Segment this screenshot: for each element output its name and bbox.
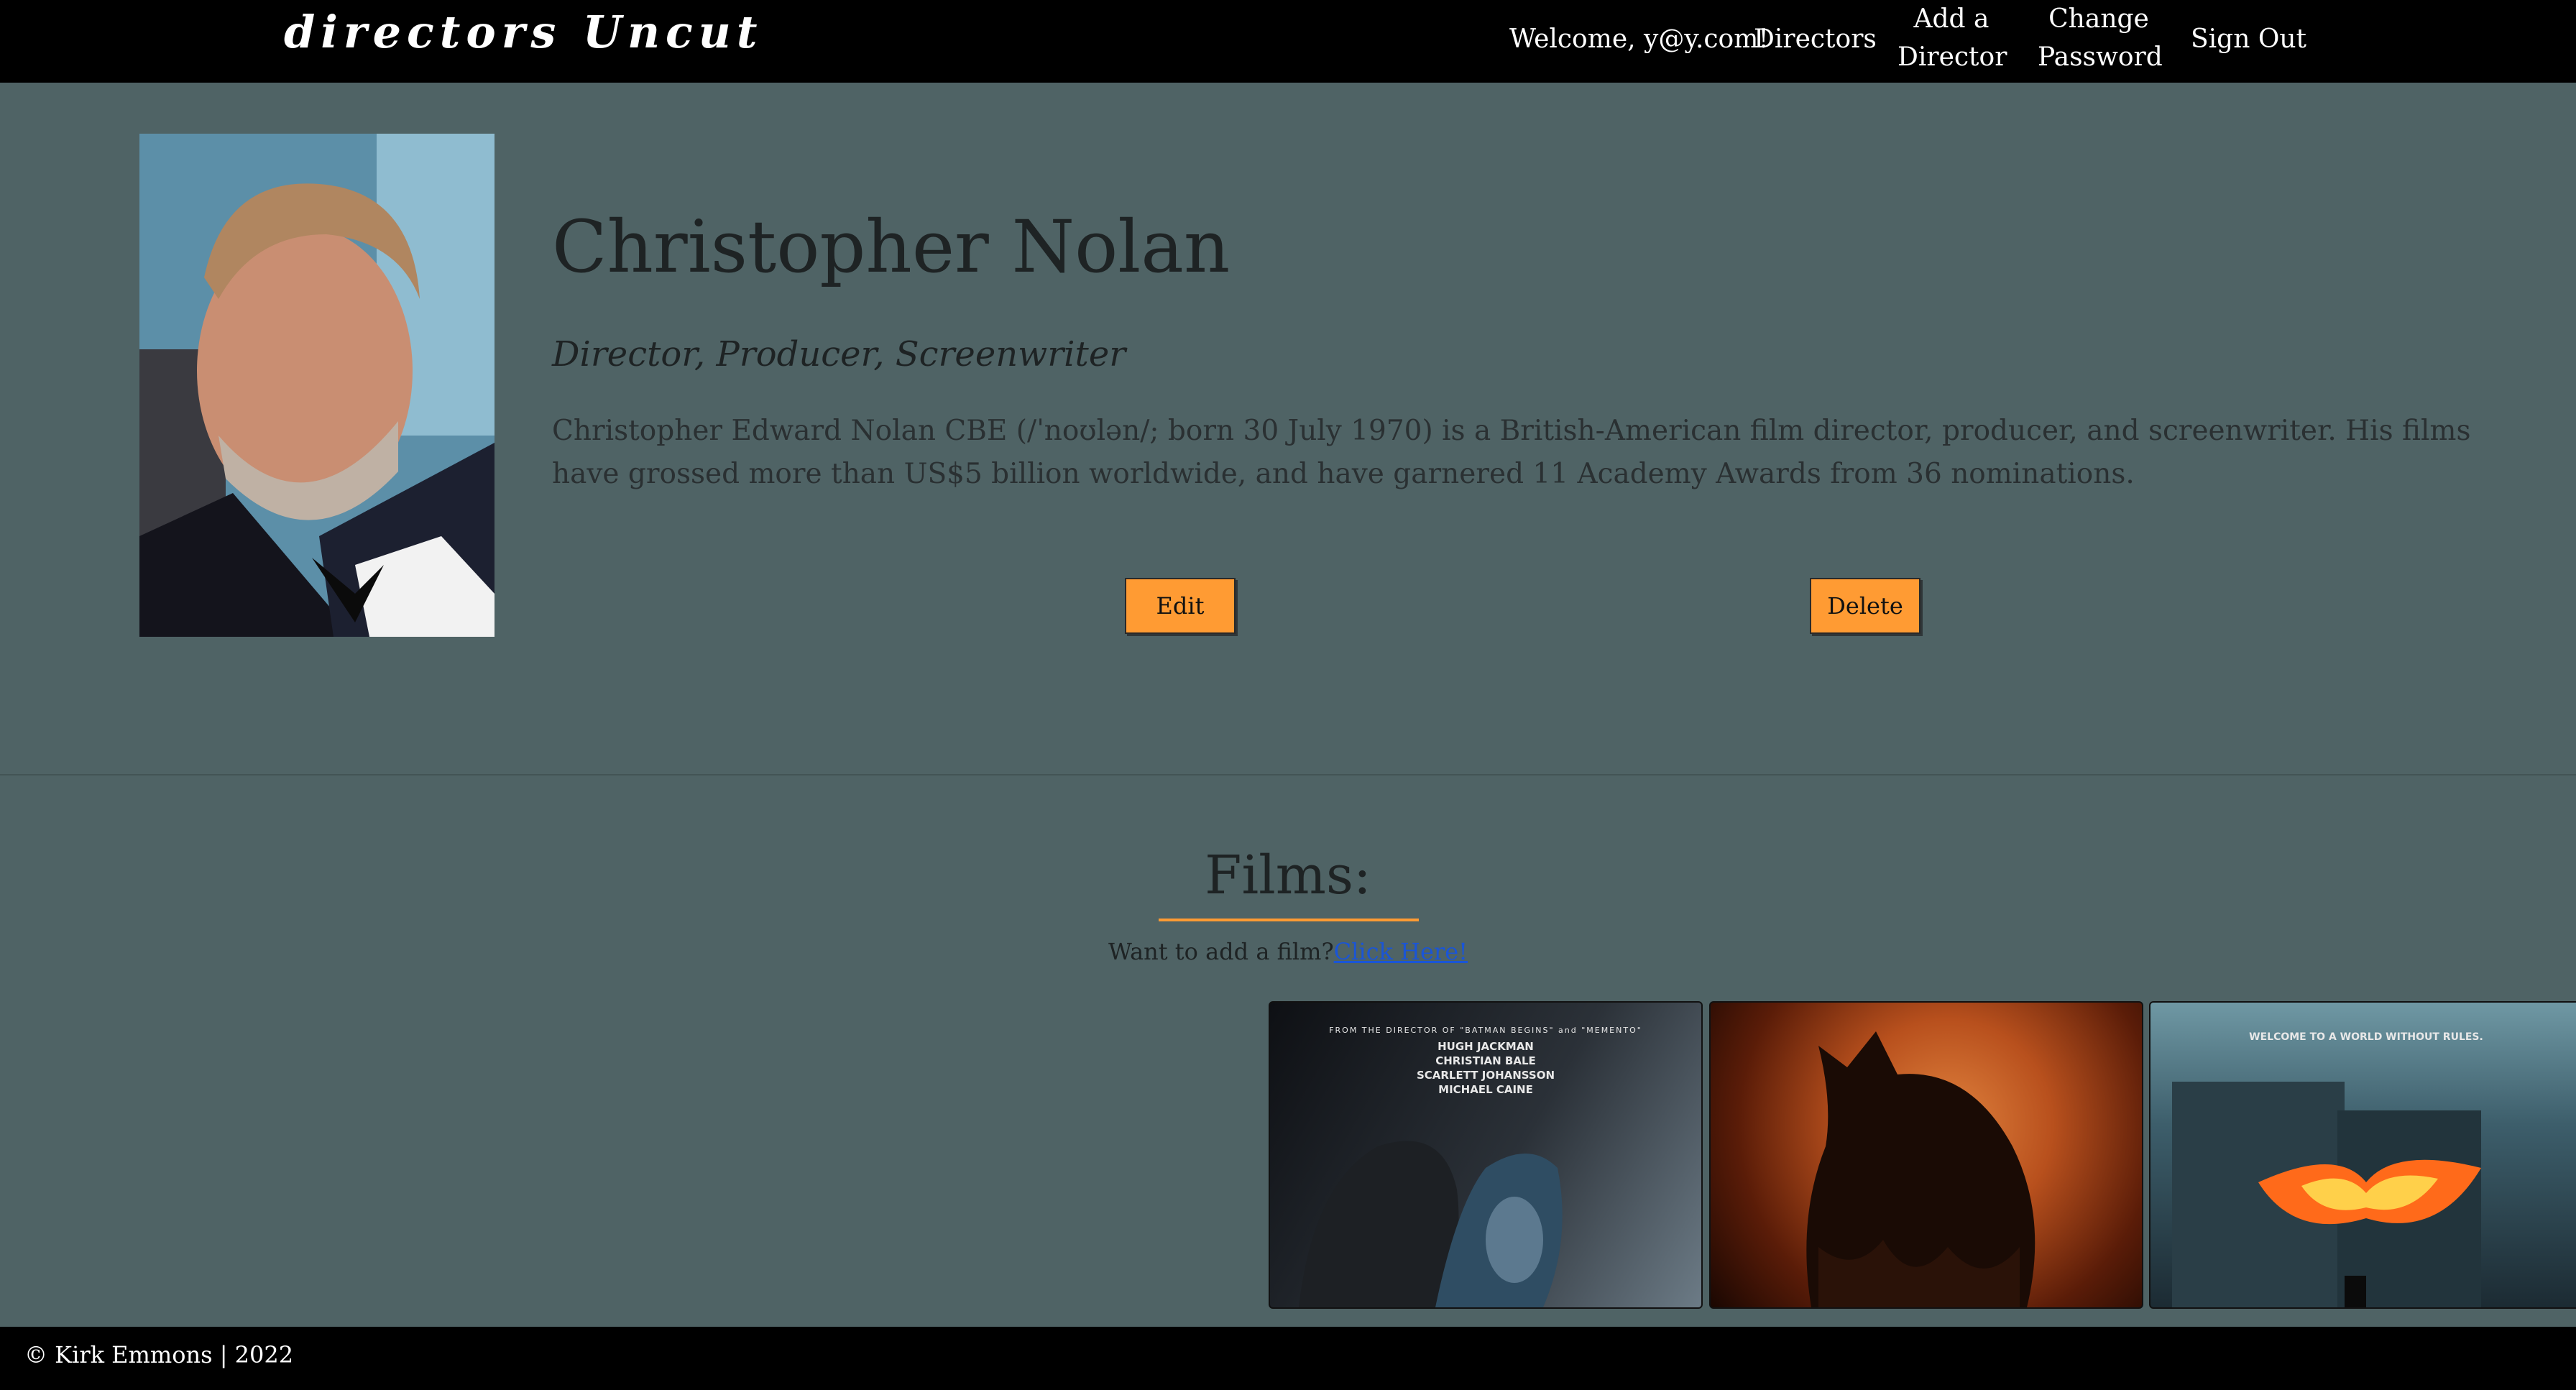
- film-poster-the-dark-knight[interactable]: WELCOME TO A WORLD WITHOUT RULES.: [2149, 1001, 2576, 1309]
- poster-1-credit-1: HUGH JACKMAN: [1438, 1040, 1534, 1053]
- add-film-link[interactable]: Click Here!: [1334, 938, 1468, 965]
- poster-1-credit-3: SCARLETT JOHANSSON: [1417, 1069, 1555, 1082]
- nav-change-password-line2: Password: [2038, 42, 2163, 72]
- brand-logo[interactable]: directors Uncut: [284, 6, 763, 58]
- poster-1-art: FROM THE DIRECTOR OF "BATMAN BEGINS" and…: [1299, 1026, 1642, 1307]
- director-portrait-illustration: [139, 134, 494, 637]
- poster-1-credit-2: CHRISTIAN BALE: [1435, 1054, 1536, 1067]
- edit-button[interactable]: Edit: [1125, 578, 1236, 634]
- films-heading: Films:: [1205, 844, 1371, 906]
- nav-link-directors[interactable]: Directors: [1754, 20, 1877, 58]
- nav-change-password-line1: Change: [2048, 4, 2149, 34]
- films-heading-underline: [1159, 919, 1419, 921]
- footer: © Kirk Emmons | 2022: [0, 1327, 2576, 1390]
- nav-link-change-password[interactable]: Change Password: [2038, 0, 2163, 76]
- director-photo: [139, 134, 494, 637]
- section-divider: [0, 774, 2576, 775]
- poster-3-tagline: WELCOME TO A WORLD WITHOUT RULES.: [2249, 1031, 2483, 1043]
- film-poster-the-prestige[interactable]: FROM THE DIRECTOR OF "BATMAN BEGINS" and…: [1269, 1001, 1703, 1309]
- welcome-message: Welcome, y@y.com!: [1509, 24, 1769, 54]
- film-poster-batman-begins[interactable]: [1709, 1001, 2143, 1309]
- nav-link-add-director[interactable]: Add a Director: [1898, 0, 2007, 76]
- poster-3-art: WELCOME TO A WORLD WITHOUT RULES.: [2172, 1031, 2483, 1307]
- navbar: directors Uncut Welcome, y@y.com! Direct…: [0, 0, 2576, 83]
- poster-1-credit-4: MICHAEL CAINE: [1438, 1083, 1533, 1096]
- nav-add-director-line2: Director: [1898, 42, 2007, 72]
- director-name: Christopher Nolan: [552, 205, 1230, 289]
- nav-add-director-line1: Add a: [1913, 4, 1990, 34]
- director-bio: Christopher Edward Nolan CBE (/ˈnoʊlən/;…: [552, 415, 2471, 490]
- nav-link-sign-out[interactable]: Sign Out: [2191, 20, 2306, 58]
- add-film-text: Want to add a film?: [1108, 938, 1334, 965]
- add-film-prompt: Want to add a film?Click Here!: [0, 938, 2576, 965]
- director-roles: Director, Producer, Screenwriter: [552, 334, 1126, 374]
- delete-button[interactable]: Delete: [1810, 578, 1920, 634]
- poster-2-art: [1806, 1031, 2036, 1307]
- footer-copyright: © Kirk Emmons | 2022: [24, 1341, 294, 1368]
- poster-1-tagline: FROM THE DIRECTOR OF "BATMAN BEGINS" and…: [1329, 1026, 1642, 1035]
